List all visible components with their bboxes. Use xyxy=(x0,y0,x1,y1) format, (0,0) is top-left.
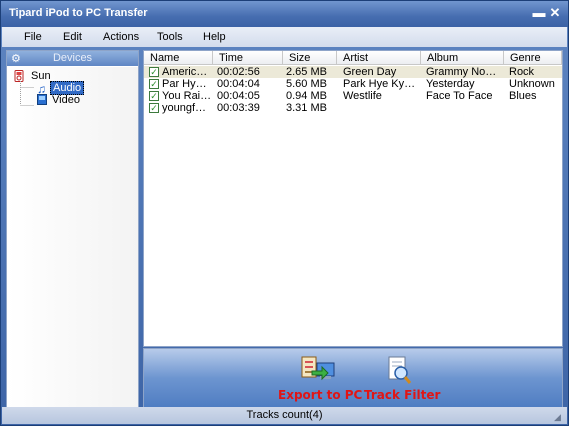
column-name[interactable]: Name xyxy=(144,51,213,65)
track-genre: Rock xyxy=(509,66,535,78)
track-size: 0.94 MB xyxy=(286,90,327,102)
track-artist: Green Day xyxy=(343,66,397,78)
minimize-button[interactable]: ▬ xyxy=(532,6,546,20)
devices-header-label: Devices xyxy=(52,52,93,64)
table-row[interactable]: ✓ American ... 00:02:56 2.65 MB Green Da… xyxy=(144,66,562,78)
column-size[interactable]: Size xyxy=(283,51,337,65)
menu-file[interactable]: File xyxy=(24,31,42,43)
gear-icon[interactable]: ⚙ xyxy=(11,52,21,67)
export-label: Export to PC xyxy=(278,388,363,402)
track-artist: Park Hye Kyoung xyxy=(343,78,421,90)
track-time: 00:04:04 xyxy=(217,78,260,90)
column-genre[interactable]: Genre xyxy=(504,51,562,65)
filter-label: Track Filter xyxy=(364,388,441,402)
track-album: Yesterday xyxy=(426,78,475,90)
track-time: 00:04:05 xyxy=(217,90,260,102)
track-genre: Unknown xyxy=(509,78,555,90)
video-icon xyxy=(37,94,47,108)
menu-bar: File Edit Actions Tools Help xyxy=(2,27,567,47)
action-panel: Export to PC Track Filter xyxy=(143,348,563,408)
table-row[interactable]: ✓ You Raise... 00:04:05 0.94 MB Westlife… xyxy=(144,90,562,102)
track-genre xyxy=(509,102,561,114)
filter-icon xyxy=(388,356,412,384)
track-checkbox[interactable]: ✓ xyxy=(149,79,159,89)
resize-grip-icon[interactable]: ◢ xyxy=(554,412,564,422)
devices-panel: ⚙ Devices Sun ♫ Audio Video xyxy=(6,50,139,408)
column-artist[interactable]: Artist xyxy=(337,51,421,65)
track-name: youngforyou xyxy=(162,102,212,114)
track-checkbox[interactable]: ✓ xyxy=(149,91,159,101)
track-name: Par Hye K... xyxy=(162,78,212,90)
close-button[interactable]: ✕ xyxy=(548,6,562,20)
tree-item-audio[interactable]: Audio xyxy=(50,81,85,95)
window-title: Tipard iPod to PC Transfer xyxy=(9,7,148,19)
column-time[interactable]: Time xyxy=(213,51,283,65)
track-time: 00:02:56 xyxy=(217,66,260,78)
column-album[interactable]: Album xyxy=(421,51,504,65)
track-filter-button[interactable]: Track Filter xyxy=(364,355,441,402)
devices-header: ⚙ Devices xyxy=(7,51,138,66)
track-album: Face To Face xyxy=(426,90,493,102)
table-row[interactable]: ✓ youngforyou 00:03:39 3.31 MB xyxy=(144,102,562,114)
export-to-pc-button[interactable]: Export to PC xyxy=(278,355,363,402)
track-time: 00:03:39 xyxy=(217,102,260,114)
tree-item-video[interactable]: Video xyxy=(52,94,80,106)
tracks-count: Tracks count(4) xyxy=(246,409,323,421)
export-icon xyxy=(301,356,335,381)
device-tree: Sun ♫ Audio Video xyxy=(7,67,138,407)
track-name: American ... xyxy=(162,66,212,78)
tree-lines xyxy=(20,81,34,106)
track-checkbox[interactable]: ✓ xyxy=(149,103,159,113)
track-artist xyxy=(343,102,421,114)
track-album xyxy=(426,102,503,114)
track-name: You Raise... xyxy=(162,90,212,102)
track-album: Grammy Nomin... xyxy=(426,66,503,78)
track-artist: Westlife xyxy=(343,90,382,102)
track-checkbox[interactable]: ✓ xyxy=(149,67,159,77)
status-bar: Tracks count(4) ◢ xyxy=(2,407,567,424)
track-size: 3.31 MB xyxy=(286,102,327,114)
tracks-table: Name Time Size Artist Album Genre ✓ Amer… xyxy=(143,50,563,347)
track-size: 5.60 MB xyxy=(286,78,327,90)
menu-help[interactable]: Help xyxy=(203,31,226,43)
track-genre: Blues xyxy=(509,90,537,102)
title-bar[interactable]: Tipard iPod to PC Transfer ▬ ✕ xyxy=(1,1,568,27)
menu-actions[interactable]: Actions xyxy=(103,31,139,43)
menu-tools[interactable]: Tools xyxy=(157,31,183,43)
table-row[interactable]: ✓ Par Hye K... 00:04:04 5.60 MB Park Hye… xyxy=(144,78,562,90)
menu-edit[interactable]: Edit xyxy=(63,31,82,43)
track-size: 2.65 MB xyxy=(286,66,327,78)
app-window: Tipard iPod to PC Transfer ▬ ✕ File Edit… xyxy=(0,0,569,426)
